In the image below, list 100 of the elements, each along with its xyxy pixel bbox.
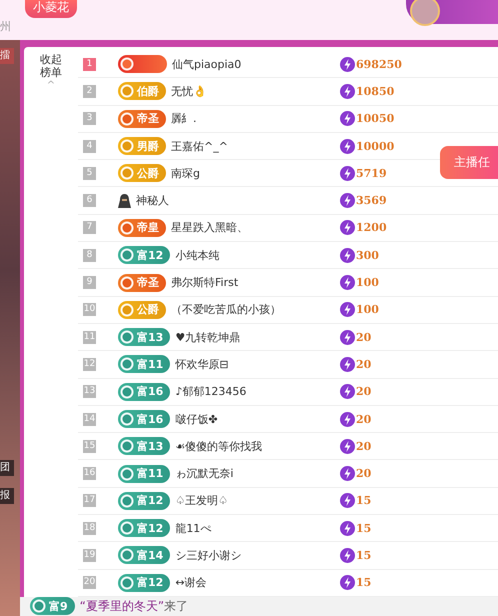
lightning-coin-icon (340, 275, 355, 290)
lightning-coin-icon (340, 438, 355, 454)
rank-badge: 帝皇 (118, 218, 166, 237)
rank-badge: 富16 (118, 382, 170, 401)
rank-number: 8 (83, 248, 96, 262)
score: 20 (356, 358, 372, 371)
user-name: ♤王发明♤ (175, 493, 228, 508)
lightning-coin-icon (340, 466, 355, 482)
lightning-coin-icon (340, 248, 355, 263)
user-name: ♥九转乾坤鼎 (175, 330, 240, 345)
join-notice: “夏季里的冬天”来了 (80, 598, 188, 615)
collapse-ranking-button[interactable]: 收起榜单 (39, 53, 63, 79)
rank-badge: 公爵 (118, 300, 166, 319)
rank-number: 20 (83, 576, 96, 590)
lightning-coin-icon (340, 220, 355, 236)
side-tab[interactable]: 擂 (0, 48, 14, 64)
score: 100 (356, 276, 379, 290)
user-name: 龍11ぺ (175, 520, 212, 536)
rank-badge: 富13 (118, 328, 170, 346)
score: 15 (356, 576, 372, 590)
rank-badge: 富11 (118, 464, 170, 483)
score: 20 (356, 412, 372, 426)
score: 5719 (356, 166, 387, 180)
rank-number: 6 (83, 194, 96, 208)
rank-badge: 富12 (118, 519, 170, 538)
lightning-coin-icon (340, 330, 355, 345)
user-name: 弗尔斯特First (171, 275, 238, 290)
rank-number: 3 (83, 112, 96, 126)
lightning-coin-icon (340, 412, 355, 426)
hooded-figure-icon (118, 194, 131, 208)
rank-badge: 帝圣 (118, 110, 166, 128)
score: 20 (356, 440, 372, 453)
rank-number: 13 (83, 385, 96, 398)
rank-number: 14 (83, 412, 96, 426)
rank-number: 7 (83, 221, 96, 234)
user-name: シ三好小谢シ (175, 548, 242, 563)
rank-number: 5 (83, 166, 96, 180)
score: 15 (356, 548, 372, 562)
lightning-coin-icon (340, 548, 355, 563)
score: 10850 (356, 84, 394, 98)
score: 300 (356, 248, 379, 262)
score: 10000 (356, 140, 394, 153)
score: 10050 (356, 112, 394, 126)
rank-badge (118, 55, 167, 74)
rank-badge: 富13 (118, 437, 170, 456)
rank-badge: 富9 (30, 597, 75, 616)
lightning-coin-icon (340, 493, 355, 508)
rank-number: 16 (83, 467, 96, 480)
user-name: 无忧👌 (171, 84, 207, 99)
rank-badge: 富14 (118, 546, 170, 564)
lightning-coin-icon (340, 84, 355, 99)
side-tab[interactable]: 团 (0, 460, 14, 476)
rank-badge: 富16 (118, 410, 170, 428)
score: 20 (356, 467, 372, 480)
lightning-coin-icon (340, 138, 355, 154)
score: 15 (356, 522, 372, 535)
lightning-coin-icon (340, 302, 355, 318)
rank-badge: 富12 (118, 492, 170, 510)
rank-number: 10 (83, 303, 96, 316)
lightning-coin-icon (340, 384, 355, 400)
rank-badge: 男爵 (118, 137, 166, 156)
user-name: 南琛g (171, 166, 200, 181)
rank-badge: 帝圣 (118, 274, 166, 292)
rank-number: 12 (83, 358, 96, 371)
lightning-coin-icon (340, 193, 355, 208)
user-name: ゎ沉默无奈i (175, 466, 234, 482)
score: 698250 (356, 58, 402, 71)
rank-number: 2 (83, 84, 96, 98)
lightning-coin-icon (340, 56, 355, 72)
rank-badge: 富12 (118, 574, 170, 592)
rank-badge: 伯爵 (118, 82, 166, 100)
user-name: ♪郁郁123456 (175, 384, 246, 400)
user-name: 怀欢华原⊟ (175, 356, 229, 372)
score: 3569 (356, 194, 387, 208)
rank-number: 11 (83, 330, 96, 344)
rank-number: 19 (83, 548, 96, 562)
score: 20 (356, 385, 372, 398)
user-name: （不爱吃苦瓜的小孩） (171, 302, 281, 318)
rank-badge: 富11 (118, 355, 170, 374)
user-name: 王嘉佑^_^ (171, 138, 228, 154)
rank-badge: 富12 (118, 246, 170, 264)
side-tab[interactable]: 报 (0, 488, 14, 504)
rank-number: 18 (83, 522, 96, 535)
rank-badge: 公爵 (118, 164, 166, 182)
user-name: 羼糹. (171, 111, 196, 126)
user-name: 神秘人 (136, 193, 169, 208)
score: 1200 (356, 221, 387, 234)
score: 100 (356, 303, 379, 316)
user-name: 小纯本纯 (175, 248, 220, 263)
rank-number: 9 (83, 276, 96, 290)
user-name: 星星跌入黑暗、 (171, 220, 248, 236)
score: 15 (356, 494, 372, 508)
lightning-coin-icon (340, 520, 355, 536)
rank-number: 4 (83, 140, 96, 153)
user-name: 仙气piaopia0 (172, 56, 242, 72)
lightning-coin-icon (340, 575, 355, 590)
user-name: ↔谢会 (175, 575, 207, 590)
anchor-badge: 小菱花 (25, 0, 77, 18)
lightning-coin-icon (340, 166, 355, 181)
user-name: ☙傻傻的等你找我 (175, 438, 262, 454)
